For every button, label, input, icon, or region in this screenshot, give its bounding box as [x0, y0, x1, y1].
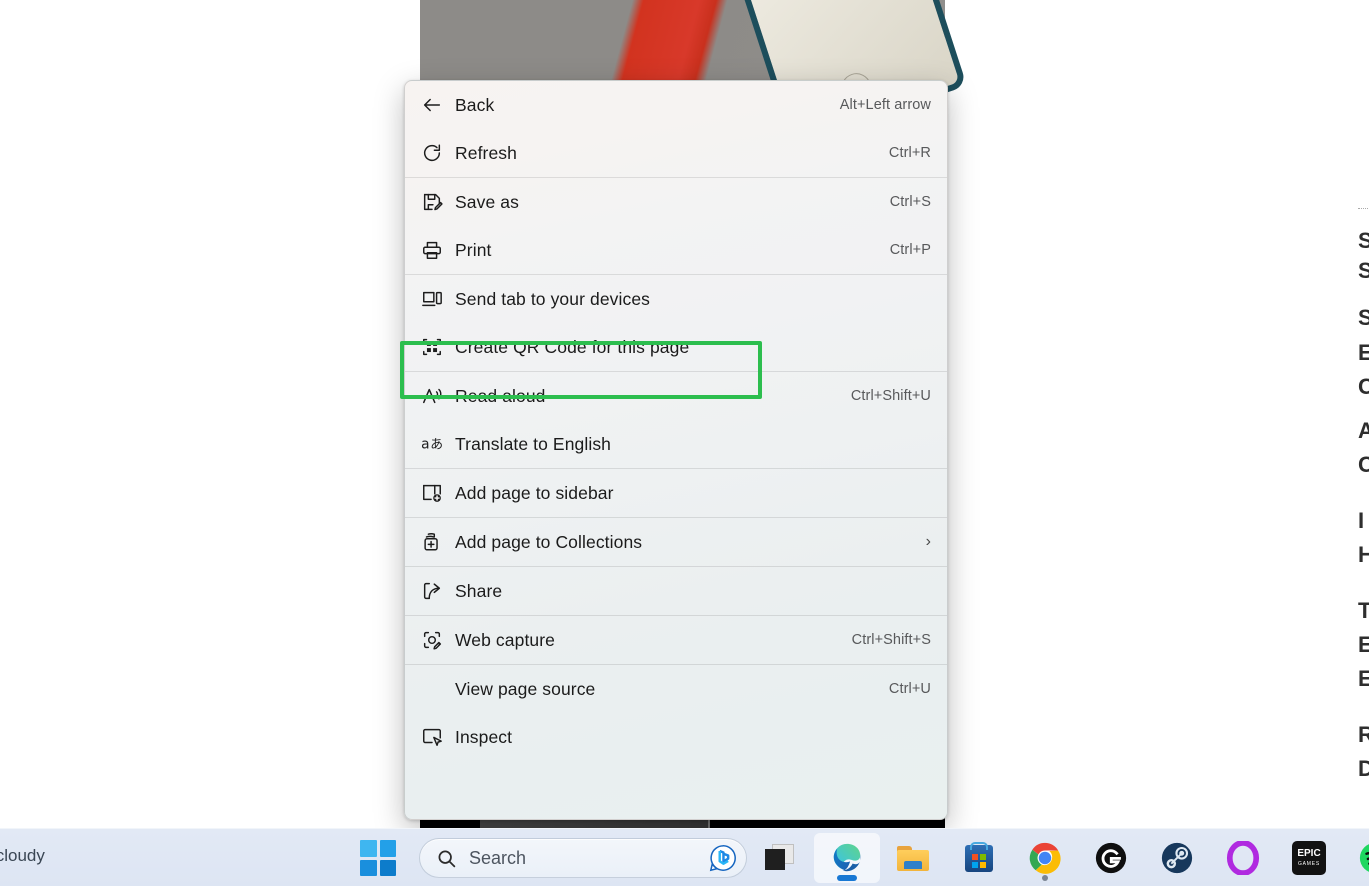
file-explorer-icon	[896, 841, 930, 875]
steam-icon	[1160, 841, 1194, 875]
translate-icon: aあ	[421, 433, 455, 455]
menu-item-translate[interactable]: aあTranslate to English	[405, 420, 947, 468]
sidebar-item-11[interactable]: E	[1358, 666, 1369, 692]
menu-item-label: View page source	[455, 679, 889, 700]
menu-item-label: Save as	[455, 192, 890, 213]
menu-item-label: Create QR Code for this page	[455, 337, 931, 358]
sidebar-item-3[interactable]: E	[1358, 340, 1369, 366]
spotify-icon	[1358, 841, 1369, 875]
menu-item-label: Share	[455, 581, 931, 602]
back-arrow-icon	[421, 94, 455, 116]
bing-chat-icon[interactable]	[708, 843, 738, 873]
menu-item-add-collections[interactable]: Add page to Collections ›	[405, 518, 947, 566]
svg-text:a: a	[421, 437, 429, 453]
none	[421, 678, 455, 700]
sidebar-item-5[interactable]: A	[1358, 418, 1369, 444]
share-icon	[421, 580, 455, 602]
taskbar-app-epic-games[interactable]: EPIC GAMES	[1276, 833, 1342, 883]
menu-item-share[interactable]: Share	[405, 567, 947, 615]
svg-text:あ: あ	[430, 438, 443, 453]
menu-item-web-capture[interactable]: Web captureCtrl+Shift+S	[405, 616, 947, 664]
menu-item-shortcut: Ctrl+Shift+S	[852, 632, 931, 648]
taskbar-app-edge[interactable]	[814, 833, 880, 883]
sidebar-item-0[interactable]: S	[1358, 228, 1369, 254]
menu-item-inspect[interactable]: Inspect	[405, 713, 947, 761]
task-view-icon	[764, 841, 798, 875]
microsoft-store-icon	[962, 841, 996, 875]
qr-code-icon	[421, 336, 455, 358]
sidebar-item-12[interactable]: R	[1358, 722, 1369, 748]
menu-item-shortcut: Alt+Left arrow	[840, 97, 931, 113]
weather-widget-text[interactable]: tly cloudy	[0, 846, 45, 866]
sidebar-item-1[interactable]: S	[1358, 258, 1369, 284]
menu-item-label: Send tab to your devices	[455, 289, 931, 310]
sidebar-item-9[interactable]: T	[1358, 598, 1369, 624]
menu-item-label: Web capture	[455, 630, 852, 651]
browser-context-menu[interactable]: BackAlt+Left arrowRefreshCtrl+RSave asCt…	[404, 80, 948, 820]
page-left-margin	[0, 0, 420, 828]
menu-item-read-aloud[interactable]: Read aloudCtrl+Shift+U	[405, 372, 947, 420]
menu-item-print[interactable]: PrintCtrl+P	[405, 226, 947, 274]
sidebar-divider	[1358, 208, 1368, 210]
menu-item-save-as[interactable]: Save asCtrl+S	[405, 178, 947, 226]
sidebar-item-4[interactable]: C	[1358, 374, 1369, 400]
epic-games-icon: EPIC GAMES	[1292, 841, 1326, 875]
sidebar-item-10[interactable]: E	[1358, 632, 1369, 658]
sidebar-item-6[interactable]: C	[1358, 452, 1369, 478]
menu-item-label: Print	[455, 240, 890, 261]
logitech-g-hub-icon	[1094, 841, 1128, 875]
menu-item-label: Back	[455, 95, 840, 116]
inspect-icon	[421, 726, 455, 748]
taskbar-app-steam[interactable]	[1144, 833, 1210, 883]
menu-item-refresh[interactable]: RefreshCtrl+R	[405, 129, 947, 177]
search-placeholder: Search	[469, 848, 696, 869]
sidebar-item-2[interactable]: S	[1358, 305, 1369, 331]
menu-item-create-qr[interactable]: Create QR Code for this page	[405, 323, 947, 371]
opera-gx-icon	[1226, 841, 1260, 875]
taskbar-app-file-explorer[interactable]	[880, 833, 946, 883]
start-button[interactable]	[345, 833, 411, 883]
menu-item-label: Translate to English	[455, 434, 931, 455]
menu-item-back[interactable]: BackAlt+Left arrow	[405, 81, 947, 129]
sidebar-item-8[interactable]: H	[1358, 542, 1369, 568]
menu-item-shortcut: Ctrl+Shift+U	[851, 388, 931, 404]
menu-item-label: Add page to Collections	[455, 532, 918, 553]
web-capture-icon	[421, 629, 455, 651]
windows-logo-icon	[360, 840, 396, 876]
taskbar-app-opera[interactable]	[1210, 833, 1276, 883]
google-chrome-icon	[1028, 841, 1062, 875]
menu-item-shortcut: Ctrl+U	[889, 681, 931, 697]
menu-item-shortcut: Ctrl+S	[890, 194, 931, 210]
page-right-sidebar: S S S E C A C I H T E E R D	[1356, 0, 1369, 828]
menu-item-label: Read aloud	[455, 386, 851, 407]
menu-item-view-source[interactable]: View page sourceCtrl+U	[405, 665, 947, 713]
menu-item-label: Add page to sidebar	[455, 483, 931, 504]
menu-item-shortcut: Ctrl+R	[889, 145, 931, 161]
print-icon	[421, 239, 455, 261]
taskbar-app-spotify[interactable]	[1342, 833, 1369, 883]
taskbar-search-box[interactable]: Search	[419, 838, 747, 878]
read-aloud-icon	[421, 385, 455, 407]
windows-taskbar[interactable]: tly cloudy Search	[0, 828, 1369, 886]
menu-item-send-tab[interactable]: Send tab to your devices	[405, 275, 947, 323]
search-icon	[436, 848, 457, 869]
menu-item-label: Refresh	[455, 143, 889, 164]
taskbar-app-logitech[interactable]	[1078, 833, 1144, 883]
microsoft-edge-icon	[830, 841, 864, 875]
add-to-sidebar-icon	[421, 482, 455, 504]
taskbar-app-chrome[interactable]	[1012, 833, 1078, 883]
taskbar-app-store[interactable]	[946, 833, 1012, 883]
menu-item-label: Inspect	[455, 727, 931, 748]
menu-item-add-sidebar[interactable]: Add page to sidebar	[405, 469, 947, 517]
collections-icon	[421, 531, 455, 553]
menu-item-shortcut: Ctrl+P	[890, 242, 931, 258]
save-icon	[421, 191, 455, 213]
taskbar-app-task-view[interactable]	[748, 833, 814, 883]
taskbar-app-icons[interactable]: EPIC GAMES	[748, 829, 1369, 886]
chevron-right-icon: ›	[926, 533, 931, 551]
send-tab-icon	[421, 288, 455, 310]
refresh-icon	[421, 142, 455, 164]
sidebar-item-7[interactable]: I	[1358, 508, 1364, 534]
sidebar-item-13[interactable]: D	[1358, 756, 1369, 782]
